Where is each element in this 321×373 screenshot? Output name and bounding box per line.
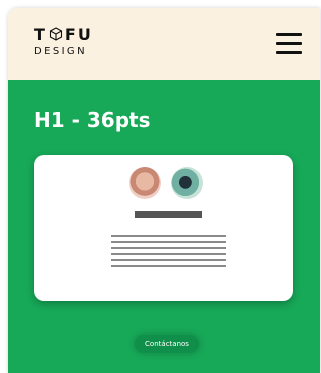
brand-logo[interactable]: T FU DESIGN xyxy=(34,24,93,58)
cube-icon xyxy=(49,27,62,41)
site-header: T FU DESIGN xyxy=(8,8,320,80)
hero-heading: H1 - 36pts xyxy=(34,108,151,132)
text-line-placeholder xyxy=(111,241,226,243)
page-frame: T FU DESIGN H1 - 36pts Contáctanos xyxy=(8,8,320,373)
text-line-placeholder xyxy=(111,259,226,261)
logo-wordmark-top: T FU xyxy=(34,24,93,44)
card-text-placeholder xyxy=(111,235,226,271)
hero-section: H1 - 36pts Contáctanos xyxy=(8,80,320,373)
hamburger-menu-icon[interactable] xyxy=(276,30,304,56)
text-line-placeholder xyxy=(111,235,226,237)
logo-letters-fu: FU xyxy=(64,24,93,44)
contact-button[interactable]: Contáctanos xyxy=(135,335,199,353)
text-line-placeholder xyxy=(111,247,226,249)
text-line-placeholder xyxy=(111,265,226,267)
logo-wordmark-bottom: DESIGN xyxy=(34,46,87,57)
card-title-placeholder xyxy=(135,211,202,218)
logo-letter-t: T xyxy=(34,24,47,44)
avatar xyxy=(129,167,161,199)
avatar xyxy=(171,167,203,199)
content-card xyxy=(34,155,293,301)
text-line-placeholder xyxy=(111,253,226,255)
